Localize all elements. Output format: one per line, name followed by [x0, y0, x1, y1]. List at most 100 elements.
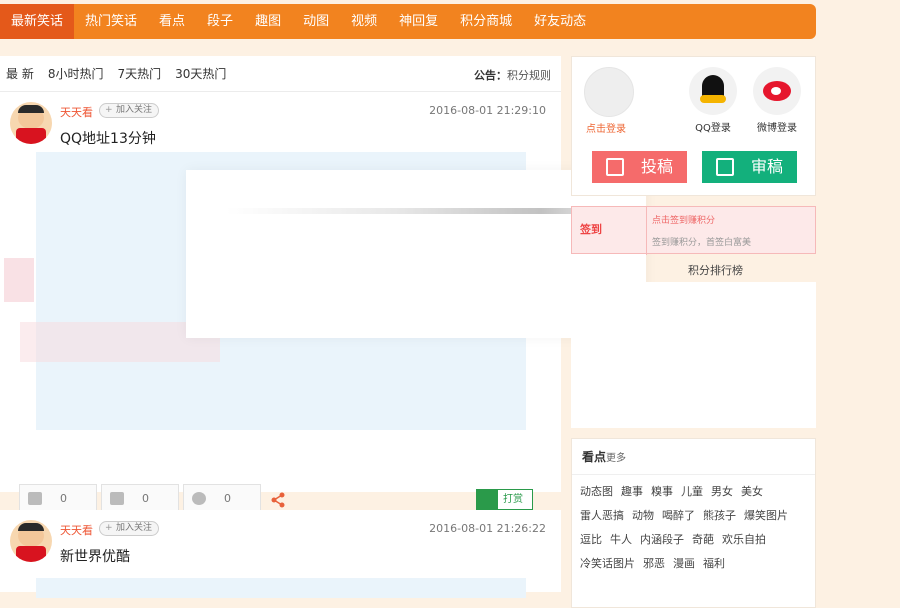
- avatar-hair: [18, 105, 44, 113]
- post-card: 天天看 加入关注 2016-08-01 21:29:10 QQ地址13分钟 0 …: [0, 92, 646, 512]
- signin-hint: 点击签到赚积分: [652, 216, 716, 226]
- tag-item[interactable]: 内涵段子: [640, 531, 684, 547]
- signin-divider: [646, 207, 647, 255]
- pencil-icon: [606, 158, 624, 176]
- nav-item-gifs[interactable]: 动图: [292, 4, 340, 39]
- post-time: 2016-08-01 21:29:10: [429, 104, 546, 117]
- tag-item[interactable]: 冷笑话图片: [580, 555, 635, 571]
- tag-item[interactable]: 福利: [703, 555, 725, 571]
- nav-item-videos[interactable]: 视频: [340, 4, 388, 39]
- submit-label: 投稿: [640, 157, 673, 176]
- like-button[interactable]: 0: [19, 484, 97, 512]
- share-icon[interactable]: [270, 492, 286, 508]
- weibo-login-button[interactable]: 微博登录: [750, 67, 804, 134]
- qq-icon: [689, 67, 737, 115]
- filter-bar: 最 新 8小时热门 7天热门 30天热门 公告：积分规则: [0, 56, 561, 92]
- main-feed: 最 新 8小时热门 7天热门 30天热门 公告：积分规则 天天看 加入关注 20…: [0, 56, 646, 600]
- nav-item-points-mall[interactable]: 积分商城: [449, 4, 523, 39]
- post-card: 天天看 加入关注 2016-08-01 21:26:22 新世界优酷: [0, 510, 561, 598]
- tag-item[interactable]: 动物: [632, 507, 654, 523]
- top-nav: 最新笑话 热门笑话 看点 段子 趣图 动图 视频 神回复 积分商城 好友动态: [0, 4, 816, 39]
- post-image[interactable]: [36, 578, 526, 598]
- nav-item-friends[interactable]: 好友动态: [523, 4, 597, 39]
- filter-7d-hot[interactable]: 7天热门: [117, 65, 161, 82]
- rank-list: [571, 282, 816, 428]
- avatar[interactable]: [10, 102, 52, 144]
- tip-icon: [477, 490, 498, 509]
- tag-item[interactable]: 趣事: [621, 483, 643, 499]
- notice-link[interactable]: 积分规则: [507, 69, 551, 82]
- comment-count: 0: [224, 492, 231, 505]
- tag-item[interactable]: 儿童: [681, 483, 703, 499]
- tag-item[interactable]: 糗事: [651, 483, 673, 499]
- weibo-icon: [753, 67, 801, 115]
- tip-button[interactable]: 打赏: [476, 489, 533, 510]
- click-login-link[interactable]: 点击登录: [586, 120, 626, 135]
- nav-item-hot[interactable]: 热门笑话: [74, 4, 148, 39]
- thumbs-down-icon: [110, 492, 124, 505]
- tags-header: 看点更多: [572, 439, 815, 475]
- tag-item[interactable]: 男女: [711, 483, 733, 499]
- notice-label: 公告：: [474, 69, 507, 82]
- qq-login-label: QQ登录: [695, 123, 731, 134]
- tag-item[interactable]: 雷人恶搞: [580, 507, 624, 523]
- tag-item[interactable]: 熊孩子: [703, 507, 736, 523]
- signin-box[interactable]: 签到 点击签到赚积分 签到赚积分，首签白富美: [571, 206, 816, 255]
- tag-item[interactable]: 美女: [741, 483, 763, 499]
- follow-button[interactable]: 加入关注: [99, 103, 160, 118]
- tag-item[interactable]: 漫画: [673, 555, 695, 571]
- signin-subhint: 签到赚积分，首签白富美: [652, 238, 752, 248]
- nav-item-latest[interactable]: 最新笑话: [0, 4, 75, 39]
- tag-item[interactable]: 邪恶: [643, 555, 665, 571]
- dislike-count: 0: [142, 492, 149, 505]
- tags-title: 看点: [582, 450, 607, 464]
- review-button[interactable]: 审稿: [702, 151, 797, 183]
- post-title[interactable]: QQ地址13分钟: [60, 128, 156, 148]
- nav-item-replies[interactable]: 神回复: [388, 4, 449, 39]
- review-label: 审稿: [750, 157, 783, 176]
- filter-30d-hot[interactable]: 30天热门: [175, 65, 226, 82]
- filter-latest[interactable]: 最 新: [6, 65, 34, 82]
- tags-more-link[interactable]: 更多: [606, 453, 626, 464]
- filter-8h-hot[interactable]: 8小时热门: [48, 65, 104, 82]
- qq-login-button[interactable]: QQ登录: [686, 67, 740, 134]
- tip-label: 打赏: [503, 494, 523, 505]
- comment-button[interactable]: 0: [183, 484, 261, 512]
- tag-item[interactable]: 牛人: [610, 531, 632, 547]
- avatar-shirt: [16, 546, 46, 562]
- post-author[interactable]: 天天看: [60, 522, 93, 538]
- submit-button[interactable]: 投稿: [592, 151, 687, 183]
- comment-icon: [192, 492, 206, 505]
- tag-item[interactable]: 欢乐自拍: [722, 531, 766, 547]
- post-author[interactable]: 天天看: [60, 104, 93, 120]
- post-time: 2016-08-01 21:26:22: [429, 522, 546, 535]
- post-actions: 0 0 0: [19, 484, 265, 512]
- tag-item[interactable]: 喝醉了: [662, 507, 695, 523]
- nav-item-funny-pics[interactable]: 趣图: [244, 4, 292, 39]
- avatar[interactable]: [10, 520, 52, 562]
- checklist-icon: [716, 158, 734, 176]
- tag-cloud: 动态图 趣事 糗事 儿童 男女 美女雷人恶搞 动物 喝醉了 熊孩子 爆笑图片逗比 牛人 内涵段子 奇葩欢…: [572, 475, 815, 579]
- signin-label: 签到: [580, 223, 602, 236]
- tag-item[interactable]: 逗比: [580, 531, 602, 547]
- avatar-hair: [18, 523, 44, 531]
- rank-title: 积分排行榜: [688, 264, 743, 277]
- nav-item-highlights[interactable]: 看点: [148, 4, 196, 39]
- thumbs-up-icon: [28, 492, 42, 505]
- avatar-shirt: [16, 128, 46, 144]
- blurred-region: [4, 258, 34, 302]
- dislike-button[interactable]: 0: [101, 484, 179, 512]
- tag-item[interactable]: 动态图: [580, 483, 613, 499]
- sidebar: 点击登录 QQ登录 微博登录 投稿 审稿 签到 点击签到赚积分 签到赚积分，首签…: [571, 56, 816, 255]
- login-box: 点击登录 QQ登录 微博登录 投稿 审稿: [571, 56, 816, 196]
- tags-box: 看点更多 动态图 趣事 糗事 儿童 男女 美女雷人恶搞 动物 喝醉了 熊孩子 爆笑图片逗比 牛人 内涵…: [571, 438, 816, 608]
- post-title[interactable]: 新世界优酷: [60, 546, 130, 566]
- nav-item-jokes[interactable]: 段子: [196, 4, 244, 39]
- follow-button[interactable]: 加入关注: [99, 521, 160, 536]
- guest-avatar[interactable]: [584, 67, 634, 117]
- weibo-login-label: 微博登录: [757, 123, 797, 134]
- notice: 公告：积分规则: [474, 67, 551, 83]
- like-count: 0: [60, 492, 67, 505]
- tag-item[interactable]: 爆笑图片: [744, 507, 788, 523]
- tag-item[interactable]: 奇葩: [692, 531, 714, 547]
